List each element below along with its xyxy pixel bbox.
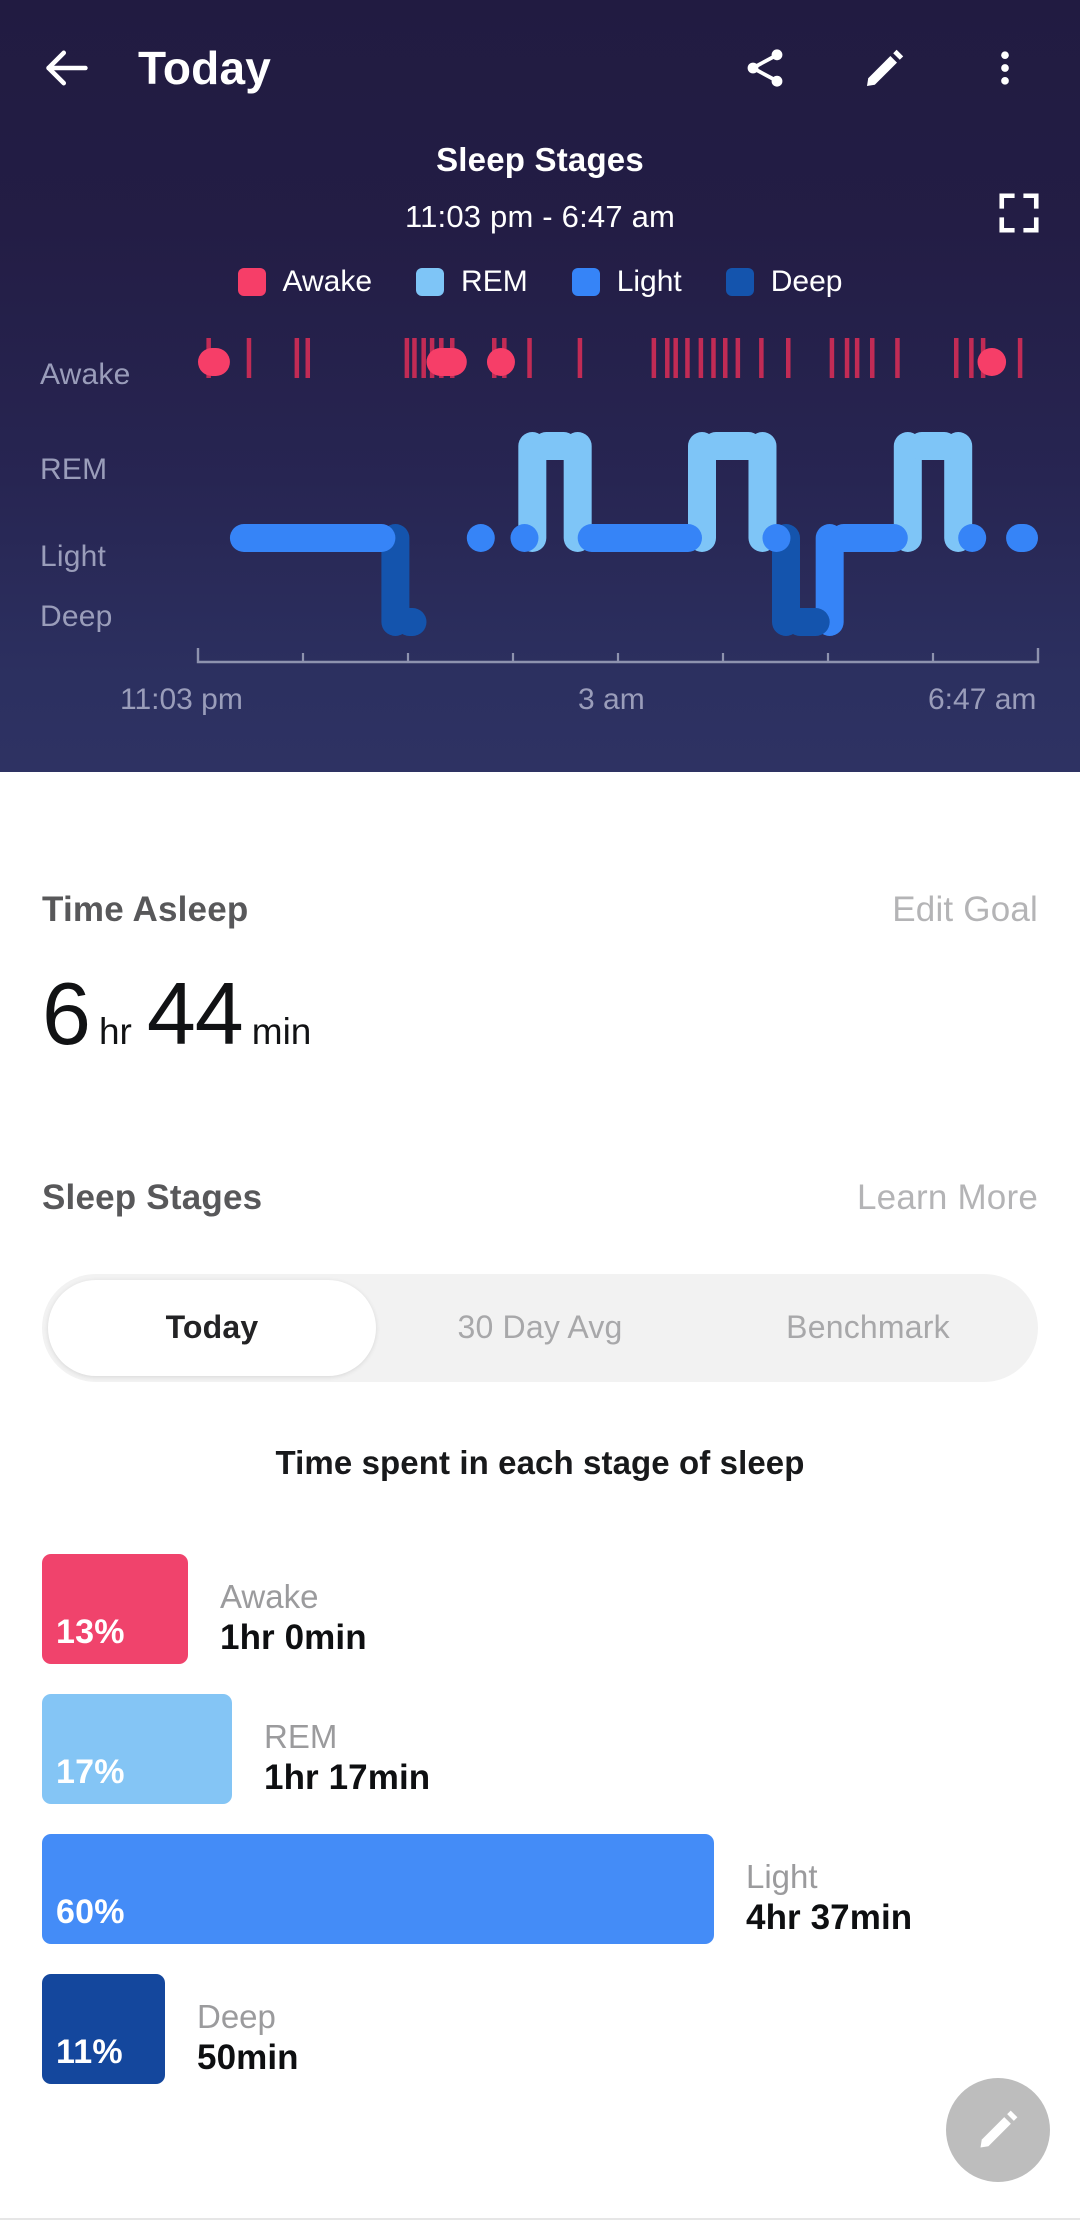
sleep-stages-header: Sleep Stages Learn More: [0, 1178, 1080, 1218]
stage-segment-awake: [486, 348, 515, 376]
stage-bar: 13%: [42, 1553, 188, 1664]
time-asleep-title: Time Asleep: [42, 890, 249, 929]
stage-segment-light: [762, 524, 791, 552]
tab-30-day-avg[interactable]: 30 Day Avg: [376, 1280, 704, 1376]
stage-bars-list: 13% Awake 1hr 0min 17% REM 1hr 17min 60% Light 4…: [0, 1553, 1080, 2084]
stage-duration: 50min: [197, 2037, 299, 2077]
stage-row-deep: 11% Deep 50min: [42, 1973, 1080, 2084]
learn-more-link[interactable]: Learn More: [857, 1178, 1038, 1218]
details-panel: Time Asleep Edit Goal 6 hr 44 min Sleep …: [0, 772, 1080, 2114]
stage-segment-rem: [907, 432, 959, 460]
brief-awakening-tick: [577, 338, 583, 378]
brief-awakening-tick: [246, 338, 252, 378]
time-asleep-minutes-unit: min: [251, 1011, 312, 1052]
stage-percent: 17%: [56, 1752, 125, 1791]
brief-awakening-tick: [294, 338, 300, 378]
edit-goal-link[interactable]: Edit Goal: [892, 890, 1038, 930]
time-asleep-hours-unit: hr: [98, 1011, 132, 1052]
stage-range-tabs: Today 30 Day Avg Benchmark: [42, 1273, 1038, 1382]
stage-segment-deep: [395, 608, 427, 636]
stage-segment-light: [829, 524, 908, 552]
stage-segment-light: [958, 524, 987, 552]
stage-info: Light 4hr 37min: [746, 1857, 912, 1944]
stage-segment-light: [1006, 524, 1038, 552]
stage-segment-rem: [702, 432, 763, 460]
stage-info: REM 1hr 17min: [264, 1717, 430, 1804]
x-axis-label-end: 6:47 am: [928, 683, 1037, 716]
brief-awakening-tick: [735, 338, 741, 378]
stage-info: Deep 50min: [197, 1997, 299, 2084]
brief-awakening-tick: [404, 338, 410, 378]
stage-name: Awake: [220, 1577, 319, 1615]
brief-awakening-tick: [305, 338, 311, 378]
brief-awakening-tick: [527, 338, 532, 378]
stage-segment-rem: [532, 432, 578, 460]
x-axis-label-middle: 3 am: [578, 683, 645, 716]
stage-segment-light: [466, 524, 495, 552]
brief-awakening-tick: [698, 338, 704, 378]
stage-name: Light: [746, 1857, 818, 1895]
stage-bar: 60%: [42, 1833, 714, 1944]
stage-info: Awake 1hr 0min: [220, 1577, 367, 1664]
stage-name: Deep: [197, 1997, 276, 2035]
brief-awakening-tick: [870, 338, 875, 378]
brief-awakening-tick: [685, 338, 690, 378]
sleep-stages-title: Sleep Stages: [42, 1177, 263, 1217]
stage-bar: 11%: [42, 1973, 165, 2084]
stage-segment-awake: [198, 348, 230, 376]
brief-awakening-tick: [651, 338, 657, 378]
stage-bar: 17%: [42, 1693, 232, 1804]
brief-awakening-tick: [759, 338, 764, 378]
time-asleep-hours: 6: [42, 964, 91, 1063]
stages-subtitle: Time spent in each stage of sleep: [275, 1443, 805, 1481]
brief-awakening-tick: [854, 338, 860, 378]
brief-awakening-tick: [786, 338, 791, 378]
tab-benchmark[interactable]: Benchmark: [704, 1280, 1032, 1376]
tab-today[interactable]: Today: [48, 1279, 376, 1376]
brief-awakening-tick: [895, 338, 900, 378]
brief-awakening-tick: [723, 338, 728, 378]
stage-row-awake: 13% Awake 1hr 0min: [42, 1553, 1080, 1664]
x-axis: 11:03 pm 3 am 6:47 am: [0, 683, 1080, 733]
stage-segment-light: [577, 524, 702, 552]
brief-awakening-tick: [844, 338, 850, 378]
stage-duration: 1hr 0min: [220, 1617, 367, 1657]
stage-segment-awake: [977, 348, 1007, 376]
stage-segment-deep: [786, 608, 830, 636]
stage-row-light: 60% Light 4hr 37min: [42, 1833, 1080, 1944]
hypnogram-plot[interactable]: [0, 0, 1080, 772]
stage-percent: 60%: [56, 1892, 125, 1931]
brief-awakening-tick: [829, 338, 835, 378]
stage-row-rem: 17% REM 1hr 17min: [42, 1693, 1080, 1804]
sleep-chart-hero: Today Sleep Stages 11:03 pm - 6:47 am Aw…: [0, 0, 1080, 772]
brief-awakening-tick: [673, 338, 678, 378]
brief-awakening-tick: [954, 338, 959, 378]
pencil-icon: [980, 2110, 1018, 2148]
stage-segment-light: [229, 524, 396, 552]
stage-duration: 1hr 17min: [264, 1757, 431, 1797]
brief-awakening-tick: [711, 338, 716, 378]
x-axis-label-start: 11:03 pm: [120, 683, 243, 716]
time-asleep-minutes: 44: [146, 964, 244, 1063]
stage-duration: 4hr 37min: [746, 1897, 913, 1937]
stage-segment-light: [510, 524, 539, 552]
brief-awakening-tick: [665, 338, 670, 378]
time-asleep-header: Time Asleep Edit Goal: [0, 890, 1080, 930]
stage-name: REM: [264, 1717, 338, 1755]
stage-percent: 11%: [56, 2032, 123, 2071]
stage-segment-awake: [426, 348, 467, 376]
add-log-fab[interactable]: [946, 2078, 1050, 2182]
stage-percent: 13%: [56, 1612, 125, 1651]
time-asleep-value: 6 hr 44 min: [0, 964, 1080, 1063]
